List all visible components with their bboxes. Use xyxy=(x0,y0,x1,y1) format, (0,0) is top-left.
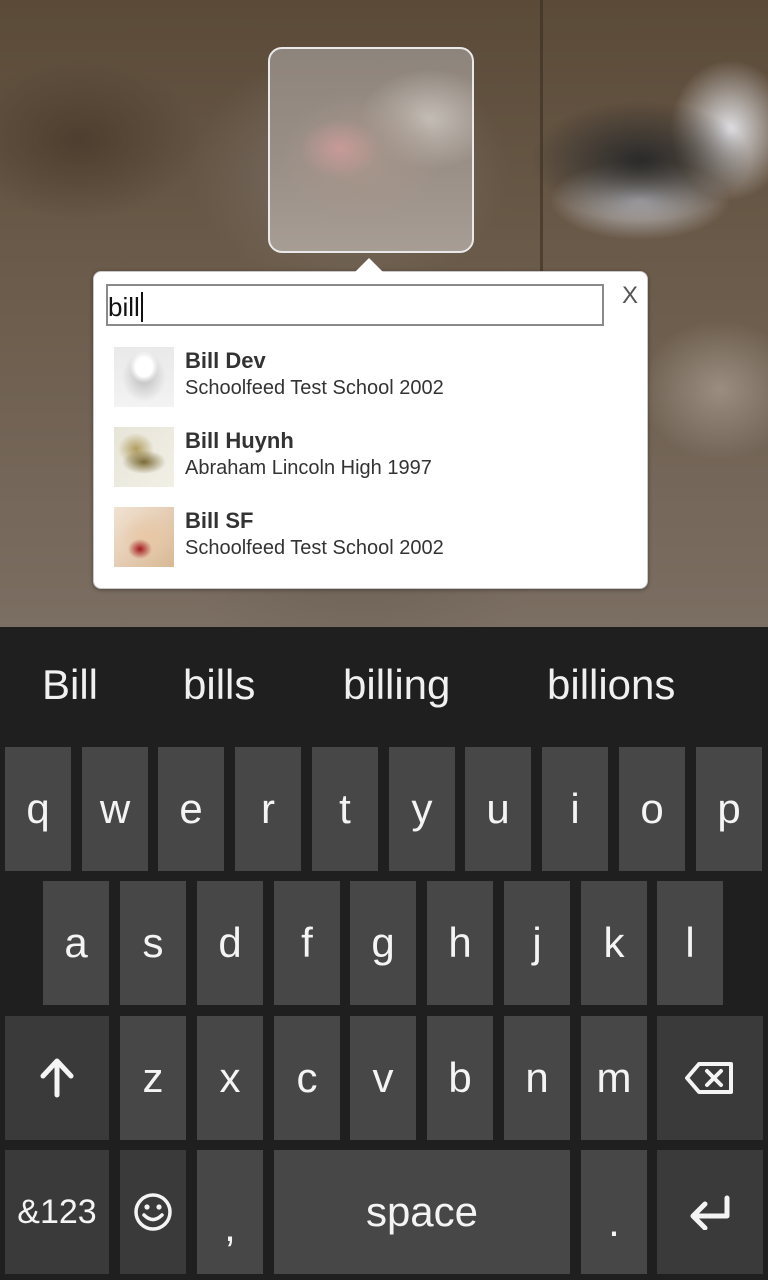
key-f[interactable]: f xyxy=(274,881,340,1005)
key-w[interactable]: w xyxy=(82,747,148,871)
backspace-key[interactable] xyxy=(657,1016,763,1140)
key-i[interactable]: i xyxy=(542,747,608,871)
key-j[interactable]: j xyxy=(504,881,570,1005)
key-z[interactable]: z xyxy=(120,1016,186,1140)
key-c[interactable]: c xyxy=(274,1016,340,1140)
suggestion-bill[interactable]: Bill xyxy=(42,661,98,709)
key-b[interactable]: b xyxy=(427,1016,493,1140)
key-t[interactable]: t xyxy=(312,747,378,871)
key-n[interactable]: n xyxy=(504,1016,570,1140)
result-school: Schoolfeed Test School 2002 xyxy=(185,537,444,559)
key-k[interactable]: k xyxy=(581,881,647,1005)
avatar xyxy=(114,507,174,567)
result-item[interactable]: Bill Dev Schoolfeed Test School 2002 xyxy=(114,347,614,409)
text-caret xyxy=(140,292,143,322)
shift-key[interactable] xyxy=(5,1016,109,1140)
key-o[interactable]: o xyxy=(619,747,685,871)
tagged-face-thumbnail xyxy=(268,47,474,253)
avatar xyxy=(114,347,174,407)
avatar xyxy=(114,427,174,487)
emoji-key[interactable] xyxy=(120,1150,186,1274)
key-u[interactable]: u xyxy=(465,747,531,871)
result-item[interactable]: Bill SF Schoolfeed Test School 2002 xyxy=(114,507,614,569)
key-v[interactable]: v xyxy=(350,1016,416,1140)
result-name: Bill SF xyxy=(185,508,254,533)
space-key[interactable]: space xyxy=(274,1150,570,1274)
key-d[interactable]: d xyxy=(197,881,263,1005)
smiley-icon xyxy=(134,1193,172,1231)
result-school: Schoolfeed Test School 2002 xyxy=(185,377,444,399)
key-s[interactable]: s xyxy=(120,881,186,1005)
search-input[interactable]: bill xyxy=(106,284,604,326)
comma-key[interactable]: , xyxy=(197,1150,263,1274)
period-key[interactable]: . xyxy=(581,1150,647,1274)
close-button[interactable]: X xyxy=(622,282,638,310)
enter-arrow-icon xyxy=(690,1195,730,1230)
key-x[interactable]: x xyxy=(197,1016,263,1140)
key-m[interactable]: m xyxy=(581,1016,647,1140)
shift-up-arrow-icon xyxy=(40,1058,74,1098)
result-item[interactable]: Bill Huynh Abraham Lincoln High 1997 xyxy=(114,427,614,489)
suggestion-billing[interactable]: billing xyxy=(343,661,450,709)
key-y[interactable]: y xyxy=(389,747,455,871)
key-p[interactable]: p xyxy=(696,747,762,871)
suggestion-bills[interactable]: bills xyxy=(183,661,255,709)
key-e[interactable]: e xyxy=(158,747,224,871)
key-g[interactable]: g xyxy=(350,881,416,1005)
key-a[interactable]: a xyxy=(43,881,109,1005)
result-name: Bill Huynh xyxy=(185,428,294,453)
key-h[interactable]: h xyxy=(427,881,493,1005)
backspace-icon xyxy=(685,1062,733,1094)
tag-search-popup: bill X Bill Dev Schoolfeed Test School 2… xyxy=(93,258,648,589)
key-q[interactable]: q xyxy=(5,747,71,871)
key-r[interactable]: r xyxy=(235,747,301,871)
search-input-value: bill xyxy=(108,291,140,322)
result-name: Bill Dev xyxy=(185,348,266,373)
on-screen-keyboard: Bill bills billing billions q w e r t y … xyxy=(0,627,768,1280)
enter-key[interactable] xyxy=(657,1150,763,1274)
popup-pointer xyxy=(354,258,384,273)
key-l[interactable]: l xyxy=(657,881,723,1005)
suggestion-billions[interactable]: billions xyxy=(547,661,675,709)
numbers-key[interactable]: &123 xyxy=(5,1150,109,1274)
result-school: Abraham Lincoln High 1997 xyxy=(185,457,432,479)
